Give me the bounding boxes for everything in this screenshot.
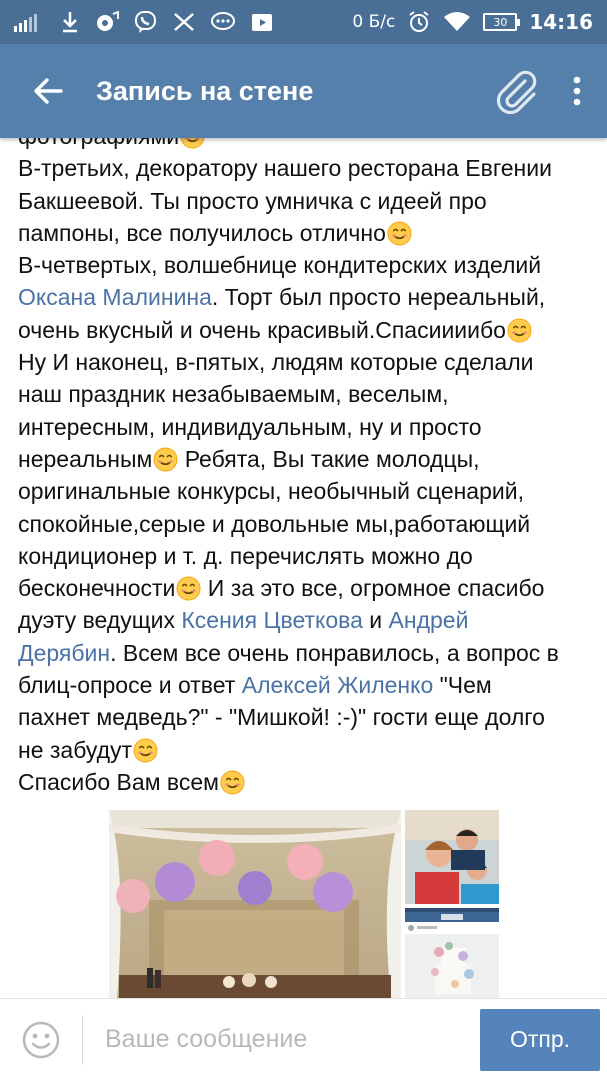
video-icon: [250, 11, 274, 33]
post-line: Ну И наконец, в-пятых, людям которые сде…: [18, 346, 598, 378]
post-line: нереальным Ребята, Вы такие молодцы,: [18, 443, 598, 475]
post-line: фотографиями: [18, 138, 598, 152]
post-text-segment: . Торт был просто нереальный,: [211, 284, 546, 311]
post-line: не забудут: [18, 734, 598, 766]
viber-icon: [134, 10, 158, 34]
mention-link[interactable]: Андрей: [389, 607, 469, 633]
post-text-segment: спокойные,серые и довольные мы,работающи…: [18, 510, 531, 537]
post-text-segment: блиц-опросе и ответ: [18, 672, 242, 699]
post-line: Спасибо Вам всем: [18, 766, 598, 798]
post-text-segment: В-третьих, декоратору нашего ресторана Е…: [18, 155, 552, 182]
post-text-segment: . Всем все очень понравилось, а вопрос в: [110, 639, 559, 666]
post-text-segment: интересным, индивидуальным, ну и просто: [18, 413, 482, 440]
post-text-segment: дуэту ведущих: [18, 607, 182, 634]
post-text-segment: бесконечности: [18, 575, 176, 602]
mention-link[interactable]: Дерябин: [18, 640, 110, 666]
clock: 14:16: [529, 10, 593, 34]
post-text-segment: не забудут: [18, 736, 133, 763]
signal-icon: [14, 12, 46, 32]
photo-instagram-cake[interactable]: [405, 908, 499, 998]
post-line: Дерябин. Всем все очень понравилось, а в…: [18, 637, 598, 669]
smiley-emoji-icon: [220, 770, 245, 795]
post-line: наш праздник незабываемым, веселым,: [18, 378, 598, 410]
mention-link[interactable]: Ксения Цветкова: [181, 607, 362, 633]
post-text-segment: фотографиями: [18, 138, 179, 149]
post-line: оригинальные конкурсы, необычный сценари…: [18, 475, 598, 507]
music-notification-icon: [94, 11, 120, 33]
post-text-segment: пахнет медведь?" - "Мишкой! :-)" гости е…: [18, 704, 545, 731]
status-bar-system: 0 Б/с 30 14:16: [352, 10, 593, 34]
back-button[interactable]: [0, 44, 96, 138]
post-line: кондиционер и т. д. перечислять можно до: [18, 540, 598, 572]
post-text-segment: наш праздник незабываемым, веселым,: [18, 381, 449, 408]
post-text-segment: оригинальные конкурсы, необычный сценари…: [18, 478, 524, 505]
download-icon: [60, 11, 80, 33]
status-bar-notifications: [14, 10, 274, 34]
post-text-segment: "Чем: [433, 672, 492, 699]
post-text-segment: Ну И наконец, в-пятых, людям которые сде…: [18, 349, 534, 376]
paperclip-icon: [496, 70, 537, 114]
post-line: пампоны, все получилось отлично: [18, 217, 598, 249]
post-text-segment: кондиционер и т. д. перечислять можно до: [18, 542, 473, 569]
wifi-icon: [443, 11, 471, 33]
smiley-emoji-icon: [153, 447, 178, 472]
status-bar: 0 Б/с 30 14:16: [0, 0, 607, 44]
post-line: дуэту ведущих Ксения Цветкова и Андрей: [18, 604, 598, 636]
post-line: бесконечности И за это все, огромное спа…: [18, 572, 598, 604]
message-composer: Отпр.: [0, 998, 607, 1080]
mention-link[interactable]: Алексей Жиленко: [242, 672, 434, 698]
post-text-segment: и: [362, 607, 389, 634]
post-text-segment: пампоны, все получилось отлично: [18, 219, 386, 246]
post-text-segment: Бакшеевой. Ты просто умничка с идеей про: [18, 187, 487, 214]
smiley-emoji-icon: [133, 738, 158, 763]
smile-icon: [22, 1021, 60, 1058]
post-text-segment: Ребята, Вы такие молодцы,: [178, 445, 480, 472]
post-text-segment: нереальным: [18, 445, 153, 472]
smiley-emoji-icon: [507, 318, 532, 343]
more-vert-icon: [573, 76, 581, 106]
mention-link[interactable]: Оксана Малинина: [18, 284, 212, 310]
post-line: В-четвертых, волшебнице кондитерских изд…: [18, 249, 598, 281]
alarm-icon: [407, 10, 431, 34]
page-title: Запись на стене: [96, 75, 314, 106]
battery-level: 30: [493, 15, 508, 29]
smiley-emoji-icon: [387, 221, 412, 246]
post-line: пахнет медведь?" - "Мишкой! :-)" гости е…: [18, 701, 598, 733]
more-options-button[interactable]: [547, 44, 607, 138]
send-button[interactable]: Отпр.: [480, 1008, 600, 1071]
smiley-emoji-icon: [176, 576, 201, 601]
attach-button[interactable]: [487, 44, 547, 138]
chat-icon: [210, 11, 236, 33]
post-line: очень вкусный и очень красивый.Спасииииб…: [18, 314, 598, 346]
photo-guests-selfie[interactable]: [405, 810, 499, 904]
missed-call-icon: [172, 11, 196, 33]
post-text-segment: В-четвертых, волшебнице кондитерских изд…: [18, 252, 542, 279]
post-line: Оксана Малинина. Торт был просто нереаль…: [18, 281, 598, 313]
post-line: В-третьих, декоратору нашего ресторана Е…: [18, 152, 598, 184]
post-text-segment: И за это все, огромное спасибо: [201, 575, 545, 602]
post-line: спокойные,серые и довольные мы,работающи…: [18, 508, 598, 540]
post-text-segment: очень вкусный и очень красивый.Спасииииб…: [18, 316, 506, 343]
post-text-segment: Спасибо Вам всем: [18, 768, 219, 795]
post-text: фотографиями В-третьих, декоратору нашего…: [18, 138, 598, 798]
arrow-left-icon: [34, 78, 63, 104]
photo-decorated-hall[interactable]: [109, 810, 401, 998]
post-line: Бакшеевой. Ты просто умничка с идеей про: [18, 185, 598, 217]
smiley-emoji-icon: [180, 138, 205, 149]
post-content: фотографиями В-третьих, декоратору нашего…: [0, 138, 607, 998]
message-input[interactable]: [83, 1009, 480, 1070]
post-line: интересным, индивидуальным, ну и просто: [18, 411, 598, 443]
net-speed: 0 Б/с: [352, 12, 396, 32]
post-line: блиц-опросе и ответ Алексей Жиленко "Чем: [18, 669, 598, 701]
emoji-button[interactable]: [0, 999, 82, 1080]
app-bar: Запись на стене: [0, 44, 607, 138]
battery-icon: 30: [483, 13, 521, 31]
